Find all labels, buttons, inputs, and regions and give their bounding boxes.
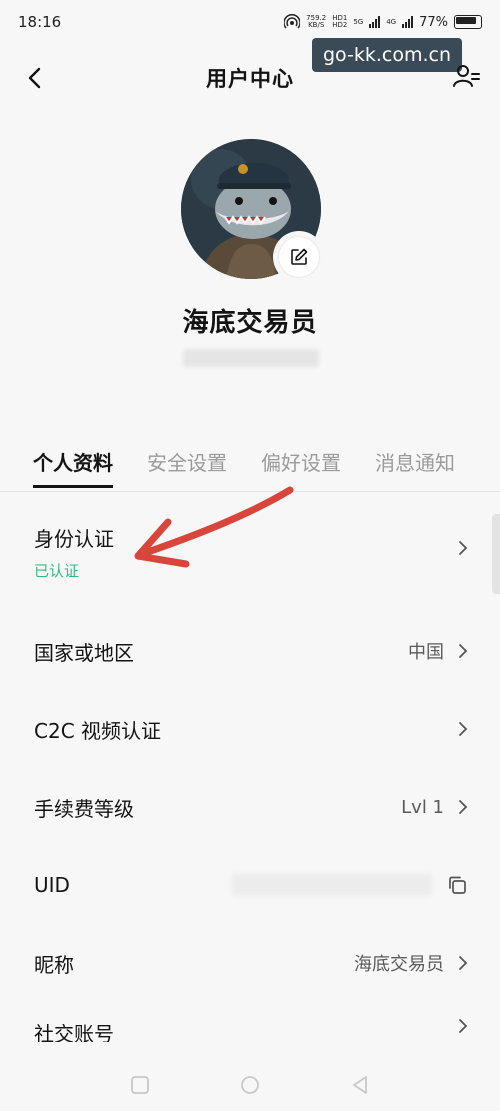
masked-account-id [183,349,319,367]
hd-2: HD2 [332,21,348,29]
uid-label: UID [34,873,70,897]
status-icons: 759.2 KB/S HD1 HD2 5G 4G 77% [284,14,482,30]
watermark: go-kk.com.cn [311,38,462,72]
avatar-container [181,139,325,283]
chevron-right-icon [459,722,468,736]
masked-uid-value [232,874,432,896]
signal-icon [369,16,381,28]
social-right [458,1018,468,1034]
copy-icon[interactable] [446,874,468,896]
page-title: 用户中心 [206,67,294,91]
battery-percent: 77% [419,14,448,30]
chevron-right-icon [459,644,468,658]
fee-level-label: 手续费等级 [34,796,134,821]
tab-security-settings[interactable]: 安全设置 [147,438,227,484]
network-type-1: 5G [353,17,364,26]
chevron-right-icon [459,1019,468,1033]
nickname-value: 海底交易员 [354,954,444,975]
country-value: 中国 [408,642,444,663]
fee-level-value: Lvl 1 [401,796,444,818]
nickname-right: 海底交易员 [354,950,468,976]
edit-avatar-inner [279,237,319,277]
network-type-2: 4G [386,17,397,26]
signal-icon-2 [402,16,414,28]
uid-right [232,874,468,896]
system-nav-bar [0,1058,500,1111]
nickname-label: 昵称 [34,952,74,977]
row-uid: UID [0,846,500,924]
scrollbar[interactable] [492,514,500,594]
identity-status: 已认证 [34,562,80,580]
speed-unit: KB/S [308,21,325,29]
edit-avatar-button[interactable] [273,231,325,283]
fee-level-right: Lvl 1 [401,797,468,818]
user-settings-icon[interactable] [450,60,482,92]
tab-preference-settings[interactable]: 偏好设置 [261,438,341,484]
row-fee-level[interactable]: 手续费等级 Lvl 1 [0,768,500,846]
identity-label: 身份认证 [34,527,114,551]
hd-indicator: HD1 HD2 [332,15,347,29]
c2c-right [458,721,468,737]
back-nav-icon[interactable] [349,1074,371,1096]
social-label: 社交账号 [34,1022,114,1042]
chevron-right-icon [459,956,468,970]
identity-right [458,540,468,556]
chevron-right-icon [459,800,468,814]
recent-apps-icon[interactable] [129,1074,151,1096]
country-right: 中国 [408,638,468,664]
tab-personal-info[interactable]: 个人资料 [33,438,113,488]
battery-icon [454,15,482,29]
status-time: 18:16 [18,13,62,31]
tab-notifications[interactable]: 消息通知 [375,438,455,484]
country-label: 国家或地区 [34,640,134,665]
chevron-right-icon [459,541,468,555]
row-social-accounts[interactable]: 社交账号 [0,1002,500,1042]
annotation-arrow-icon [134,486,294,568]
c2c-label: C2C 视频认证 [34,718,162,743]
network-speed: 759.2 KB/S [306,15,326,29]
row-c2c-video-verification[interactable]: C2C 视频认证 [0,690,500,768]
profile-nickname: 海底交易员 [182,308,318,338]
hotspot-icon [284,14,301,29]
row-country-region[interactable]: 国家或地区 中国 [0,612,500,690]
home-icon[interactable] [239,1074,261,1096]
edit-icon [291,248,308,265]
back-arrow-icon[interactable] [22,64,50,92]
row-nickname[interactable]: 昵称 海底交易员 [0,924,500,1002]
